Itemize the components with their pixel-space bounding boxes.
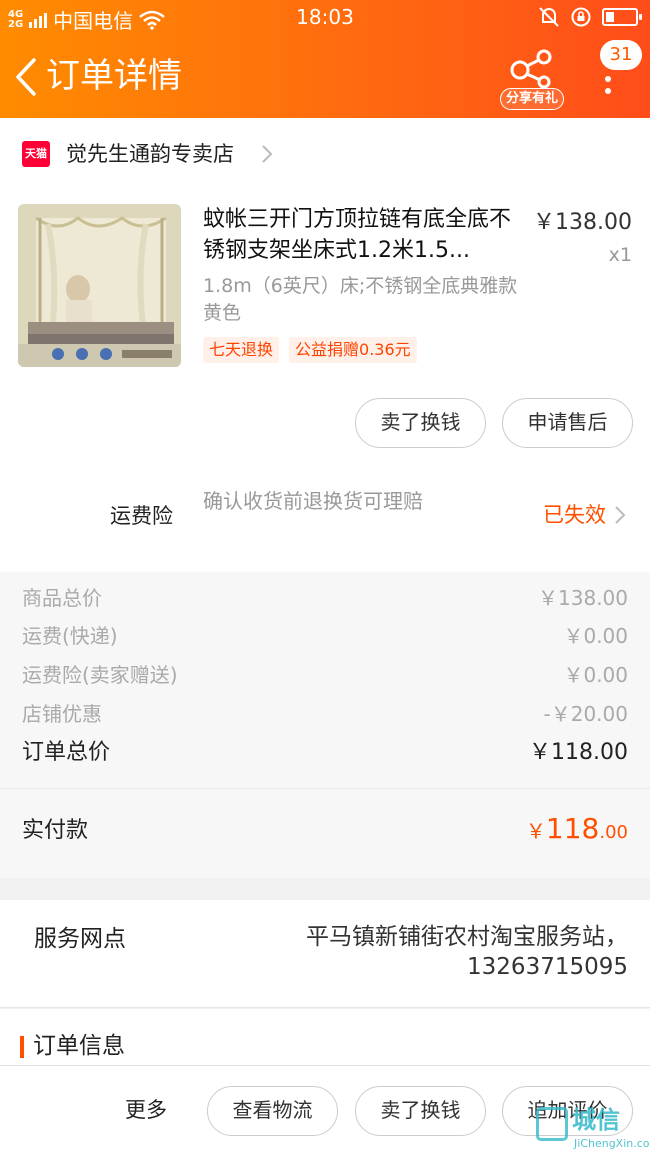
insurance-label: 运费险 (110, 504, 173, 528)
summary-row-goods-total: 商品总价 ￥138.00 (0, 580, 650, 616)
after-sale-button[interactable]: 申请售后 (502, 398, 633, 448)
product-price: ￥138.00 (533, 210, 632, 235)
insurance-status: 已失效 (543, 503, 606, 527)
app-header: 4G 2G 中国电信 18:03 订单详情 分享有礼 31 (0, 0, 650, 118)
paid-decimal: .00 (599, 822, 628, 843)
paid-integer: 118 (545, 812, 600, 845)
back-arrow-icon[interactable] (10, 52, 46, 102)
resell-footer-button[interactable]: 卖了换钱 (355, 1086, 486, 1136)
nav-bar: 订单详情 分享有礼 (0, 40, 650, 118)
service-point-label: 服务网点 (34, 926, 126, 952)
chevron-right-icon (615, 506, 626, 524)
summary-value: -￥20.00 (543, 702, 628, 726)
battery-icon (602, 8, 642, 26)
summary-row-shop-discount: 店铺优惠 -￥20.00 (0, 696, 650, 732)
paid-value: ￥118.00 (526, 812, 628, 845)
watermark-logo-icon (536, 1107, 568, 1141)
divider (0, 788, 650, 789)
shop-name[interactable]: 觉先生通韵专卖店 (66, 138, 234, 170)
mute-alarm-icon (539, 7, 559, 27)
watermark: 城信 JiChengXin.com (534, 1103, 650, 1155)
product-quantity: x1 (608, 244, 632, 266)
view-logistics-button[interactable]: 查看物流 (207, 1086, 338, 1136)
more-dot-icon (605, 88, 611, 94)
price-summary: 商品总价 ￥138.00 运费(快递) ￥0.00 运费险(卖家赠送) ￥0.0… (0, 572, 650, 788)
product-sku: 1.8m（6英尺）床;不锈钢全底典雅款黄色 (203, 275, 518, 324)
status-right (538, 6, 642, 28)
summary-row-order-total: 订单总价 ￥118.00 (0, 735, 650, 771)
service-point-value: 平马镇新铺街农村淘宝服务站，13263715095 (306, 924, 628, 980)
mosquito-net-image (18, 204, 181, 367)
summary-value: ￥138.00 (538, 586, 628, 610)
tag-charity-donation: 公益捐赠0.36元 (289, 337, 417, 363)
insurance-description: 确认收货前退换货可理赔 (203, 489, 423, 513)
summary-value: ￥0.00 (563, 624, 628, 648)
product-tags: 七天退换 公益捐赠0.36元 (203, 337, 417, 363)
shop-row[interactable]: 天猫 觉先生通韵专卖店 (0, 118, 650, 190)
product-title[interactable]: 蚊帐三开门方顶拉链有底全底不锈钢支架坐床式1.2米1.5... (203, 204, 521, 266)
watermark-en: JiChengXin.com (574, 1137, 650, 1150)
order-total-value: ￥118.00 (529, 740, 628, 765)
tmall-badge: 天猫 (22, 141, 50, 167)
page-title: 订单详情 (46, 56, 182, 96)
order-card: 天猫 觉先生通韵专卖店 蚊帐三开门方顶拉链有底全底不锈钢支架坐床式1.2米1.5… (0, 118, 650, 788)
summary-value: ￥0.00 (563, 663, 628, 687)
message-count-badge: 31 (600, 40, 642, 70)
chevron-right-icon (262, 145, 273, 163)
summary-row-shipping: 运费(快递) ￥0.00 (0, 618, 650, 654)
order-info-section: 订单信息 (0, 1009, 650, 1069)
resell-button[interactable]: 卖了换钱 (355, 398, 486, 448)
product-thumbnail[interactable] (18, 204, 181, 367)
section-accent-bar (20, 1036, 24, 1058)
more-dot-icon (605, 76, 611, 82)
summary-label: 店铺优惠 (22, 702, 102, 726)
tag-seven-day-return: 七天退换 (203, 337, 280, 363)
summary-row-insurance: 运费险(卖家赠送) ￥0.00 (0, 657, 650, 693)
status-bar: 4G 2G 中国电信 18:03 (0, 0, 650, 36)
summary-label: 运费险(卖家赠送) (22, 663, 178, 687)
watermark-cn: 城信 (572, 1106, 620, 1134)
summary-label: 商品总价 (22, 586, 102, 610)
paid-amount-row: 实付款 ￥118.00 (0, 788, 650, 878)
more-actions-button[interactable]: 更多 (125, 1094, 167, 1126)
order-total-label: 订单总价 (22, 740, 111, 765)
share-icon (510, 49, 552, 88)
summary-label: 运费(快递) (22, 624, 118, 648)
paid-label: 实付款 (22, 818, 89, 843)
paid-currency: ￥ (525, 819, 546, 843)
share-button[interactable]: 分享有礼 (500, 46, 564, 112)
order-info-title: 订单信息 (33, 1033, 125, 1059)
service-point-row: 服务网点 平马镇新铺街农村淘宝服务站，13263715095 (0, 900, 650, 1008)
rotation-lock-icon (571, 7, 591, 27)
share-label: 分享有礼 (500, 88, 564, 110)
